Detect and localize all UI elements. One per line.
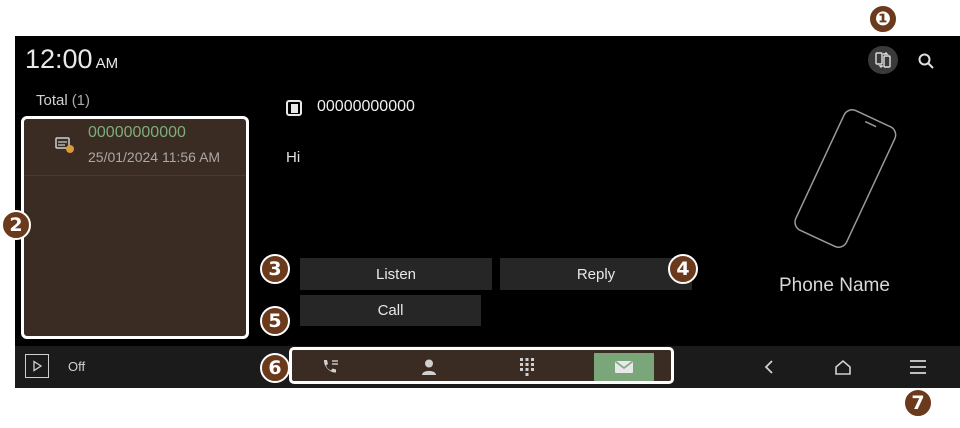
phone-sync-button[interactable]	[868, 46, 898, 74]
clock: 12:00 AM	[25, 44, 118, 75]
search-button[interactable]	[913, 48, 939, 74]
menu-button[interactable]	[904, 353, 932, 381]
media-button[interactable]	[25, 354, 49, 378]
back-icon	[764, 360, 773, 374]
phone-illustration	[794, 109, 897, 248]
callout-7: 7	[903, 388, 933, 418]
message-total: Total (1)	[36, 92, 90, 109]
detail-number: 00000000000	[317, 98, 415, 115]
home-icon	[835, 359, 851, 375]
bottom-bar: Off	[15, 346, 960, 388]
search-icon	[918, 53, 934, 69]
list-item[interactable]: 00000000000 25/01/2024 11:56 AM	[24, 119, 246, 176]
callout-2: 2	[1, 210, 31, 240]
reply-button[interactable]: Reply	[500, 258, 692, 290]
callout-1: ❶	[868, 4, 898, 34]
play-icon	[33, 360, 43, 372]
tab-contacts[interactable]	[399, 353, 459, 381]
callout-6: 6	[260, 353, 290, 383]
media-state: Off	[68, 359, 86, 374]
infotainment-screen: 12:00 AM Total (1) 00000000000 25/01/2024 …	[15, 36, 960, 388]
tab-call-history[interactable]	[300, 353, 360, 381]
tab-dialpad[interactable]	[497, 353, 557, 381]
dialpad-icon	[520, 358, 534, 376]
menu-icon	[910, 360, 926, 374]
phone-tabs	[289, 347, 674, 384]
tab-messages[interactable]	[594, 353, 654, 381]
back-button[interactable]	[755, 353, 783, 381]
call-button[interactable]: Call	[300, 295, 481, 326]
home-button[interactable]	[829, 353, 857, 381]
call-history-icon	[323, 360, 338, 373]
total-count: (1)	[71, 92, 91, 109]
callout-3: 3	[260, 254, 290, 284]
message-body: Hi	[286, 149, 301, 166]
list-item-number: 00000000000	[88, 124, 186, 141]
listen-button[interactable]: Listen	[300, 258, 492, 290]
callout-5: 5	[260, 306, 290, 336]
total-label: Total	[36, 92, 68, 109]
list-item-datetime: 25/01/2024 11:56 AM	[88, 149, 221, 165]
clock-ampm: AM	[95, 55, 119, 72]
message-detail-icon	[286, 100, 302, 116]
phone-sync-icon	[875, 52, 891, 68]
message-list[interactable]: 00000000000 25/01/2024 11:56 AM	[21, 116, 249, 339]
message-icon	[55, 137, 74, 153]
callout-4: 4	[668, 254, 698, 284]
phone-name: Phone Name	[779, 275, 890, 296]
contacts-icon	[422, 359, 436, 375]
messages-icon	[615, 360, 633, 373]
clock-time: 12:00	[25, 44, 93, 74]
